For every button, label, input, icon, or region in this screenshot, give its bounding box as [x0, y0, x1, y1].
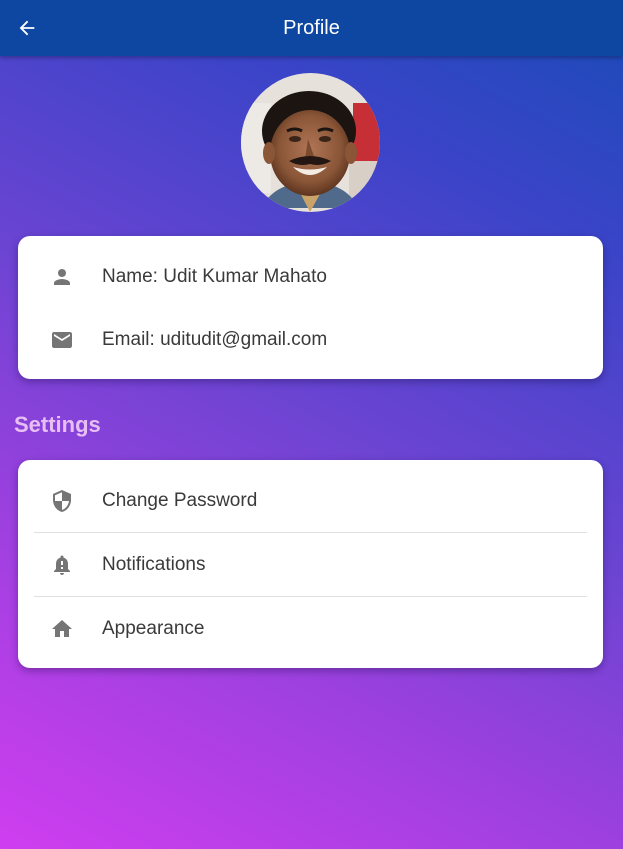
app-bar: Profile: [0, 0, 623, 56]
home-icon: [52, 620, 72, 637]
shield-icon: [53, 490, 71, 512]
notifications-item[interactable]: Notifications: [18, 533, 603, 597]
avatar: [241, 73, 380, 212]
notifications-label: Notifications: [102, 554, 206, 575]
profile-email: Email: uditudit@gmail.com: [102, 329, 328, 350]
settings-heading: Settings: [14, 412, 101, 437]
profile-card: Name: Udit Kumar Mahato Email: uditudit@…: [18, 236, 603, 379]
name-row: Name: Udit Kumar Mahato: [18, 245, 603, 309]
mail-icon: [52, 332, 72, 348]
settings-card: Change Password Notifications Appearance: [18, 460, 603, 668]
page-title: Profile: [283, 17, 340, 39]
change-password-label: Change Password: [102, 490, 258, 511]
bell-alert-icon: [54, 555, 70, 575]
profile-photo: [241, 73, 380, 212]
person-icon: [54, 269, 70, 285]
change-password-item[interactable]: Change Password: [18, 469, 603, 533]
back-button[interactable]: [10, 11, 44, 45]
arrow-back-icon[interactable]: [16, 17, 38, 39]
appearance-label: Appearance: [102, 618, 205, 639]
profile-name: Name: Udit Kumar Mahato: [102, 266, 327, 287]
appearance-item[interactable]: Appearance: [18, 597, 603, 661]
email-row: Email: uditudit@gmail.com: [18, 308, 603, 372]
